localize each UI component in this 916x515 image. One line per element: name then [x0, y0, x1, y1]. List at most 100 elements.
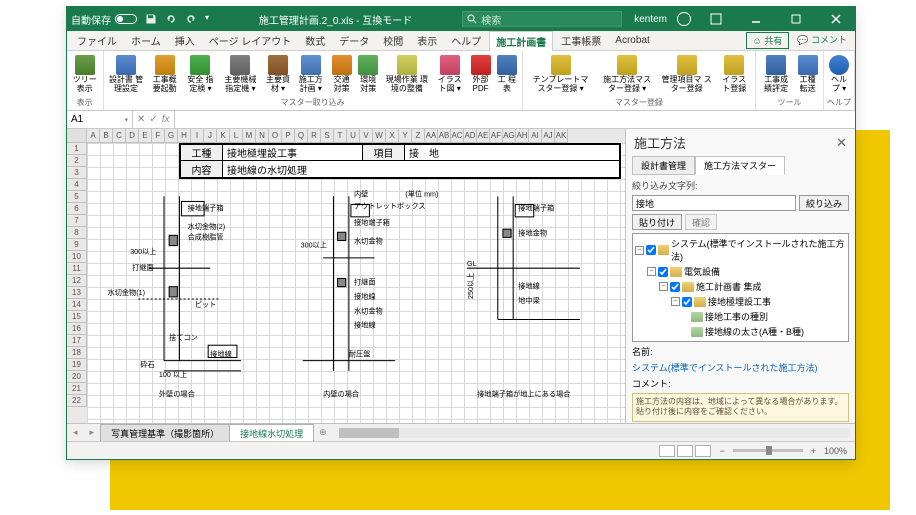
sheet-tab-2[interactable]: 接地線水切処理 — [229, 424, 314, 442]
redo-icon[interactable] — [185, 13, 197, 25]
tab-help[interactable]: ヘルプ — [445, 31, 487, 50]
cells[interactable]: 工種 接地極埋設工事 項目 接 地 内容 接地線の水切処理 — [87, 143, 625, 423]
row-header[interactable]: 2 — [67, 155, 87, 167]
zoom-out-icon[interactable]: − — [719, 446, 724, 456]
row-header[interactable]: 21 — [67, 383, 87, 395]
col-header[interactable]: M — [243, 129, 256, 143]
view-normal-icon[interactable] — [659, 445, 675, 457]
col-header[interactable]: AD — [464, 129, 477, 143]
col-header[interactable]: G — [165, 129, 178, 143]
sp-tab-sekkei[interactable]: 設計書管理 — [632, 156, 695, 175]
btn-koutei[interactable]: 工 程表 — [494, 53, 520, 96]
col-header[interactable]: U — [347, 129, 360, 143]
row-header[interactable]: 15 — [67, 311, 87, 323]
btn-help[interactable]: ヘル プ ▾ — [826, 53, 852, 96]
tab-review[interactable]: 校閲 — [377, 31, 409, 50]
close-icon[interactable] — [821, 7, 851, 31]
sheet-tab-1[interactable]: 写真管理基準（撮影箇所） — [100, 424, 230, 442]
tab-home[interactable]: ホーム — [125, 31, 167, 50]
col-header[interactable]: O — [269, 129, 282, 143]
comments-button[interactable]: 💬 コメント — [793, 32, 851, 49]
filter-button[interactable]: 絞り込み — [799, 195, 849, 211]
form-r1-val1[interactable]: 接地極埋設工事 — [223, 145, 363, 160]
col-header[interactable]: AB — [438, 129, 451, 143]
tree[interactable]: −システム(標準でインストールされた施工方法) −電気設備 −施工計画書 集成 … — [632, 233, 849, 342]
col-header[interactable]: F — [152, 129, 165, 143]
tab-view[interactable]: 表示 — [411, 31, 443, 50]
row-header[interactable]: 20 — [67, 371, 87, 383]
btn-tree-view[interactable]: ツリー 表示 — [69, 53, 101, 96]
add-sheet-icon[interactable]: ⊕ — [313, 427, 333, 438]
col-header[interactable]: X — [386, 129, 399, 143]
tab-file[interactable]: ファイル — [71, 31, 123, 50]
horizontal-scrollbar[interactable] — [339, 428, 849, 438]
row-header[interactable]: 11 — [67, 263, 87, 275]
form-r1-val2[interactable]: 接 地 — [405, 145, 619, 160]
view-pagebreak-icon[interactable] — [695, 445, 711, 457]
col-header[interactable]: E — [139, 129, 152, 143]
col-header[interactable]: C — [113, 129, 126, 143]
name-box[interactable]: A1▾ — [67, 111, 133, 128]
row-header[interactable]: 4 — [67, 179, 87, 191]
avatar[interactable] — [677, 12, 691, 26]
col-header[interactable]: H — [178, 129, 191, 143]
save-icon[interactable] — [145, 13, 157, 25]
zoom-slider[interactable] — [733, 449, 803, 452]
row-header[interactable]: 9 — [67, 239, 87, 251]
btn-genba[interactable]: 現場作業 環境の整備 — [382, 53, 433, 96]
row-header[interactable]: 16 — [67, 323, 87, 335]
row-header[interactable]: 1 — [67, 143, 87, 155]
paste-button[interactable]: 貼り付け — [632, 214, 682, 230]
row-header[interactable]: 5 — [67, 191, 87, 203]
row-header[interactable]: 22 — [67, 395, 87, 407]
sheet-nav-next-icon[interactable]: ▸ — [84, 427, 101, 438]
col-header[interactable]: I — [191, 129, 204, 143]
row-header[interactable]: 18 — [67, 347, 87, 359]
row-header[interactable]: 17 — [67, 335, 87, 347]
btn-kanri-master[interactable]: 管理項目マ スター登録 — [658, 53, 716, 96]
btn-template-master[interactable]: テンプレートマ スター登録 ▾ — [525, 53, 596, 96]
row-header[interactable]: 6 — [67, 203, 87, 215]
row-header[interactable]: 7 — [67, 215, 87, 227]
col-header[interactable]: AA — [425, 129, 438, 143]
btn-kikai[interactable]: 主要機械 指定機 ▾ — [218, 53, 263, 96]
col-header[interactable]: B — [100, 129, 113, 143]
col-header[interactable]: A — [87, 129, 100, 143]
col-header[interactable]: Y — [399, 129, 412, 143]
fx-cancel-icon[interactable]: ✕ — [137, 114, 145, 125]
zoom-value[interactable]: 100% — [824, 446, 847, 456]
btn-sekkei[interactable]: 設計書 管理設定 — [106, 53, 147, 96]
col-header[interactable]: J — [204, 129, 217, 143]
col-header[interactable]: T — [334, 129, 347, 143]
row-header[interactable]: 3 — [67, 167, 87, 179]
col-header[interactable]: AE — [477, 129, 490, 143]
col-header[interactable]: K — [217, 129, 230, 143]
autosave-toggle[interactable]: 自動保存 — [71, 12, 137, 27]
col-header[interactable]: W — [373, 129, 386, 143]
tab-acrobat[interactable]: Acrobat — [609, 33, 655, 48]
fx-icon[interactable]: fx — [162, 114, 170, 125]
form-r2-val1[interactable]: 接地線の水切処理 — [223, 161, 619, 177]
col-header[interactable]: AK — [555, 129, 568, 143]
btn-illust-reg[interactable]: イラス ト登録 — [716, 53, 753, 96]
btn-sekouhou-master[interactable]: 施工方法マス ター登録 ▾ — [596, 53, 658, 96]
col-header[interactable]: AH — [516, 129, 529, 143]
btn-shizai[interactable]: 主要資 材 ▾ — [263, 53, 293, 96]
row-header[interactable]: 10 — [67, 251, 87, 263]
tab-kouji[interactable]: 工事帳票 — [555, 31, 607, 50]
btn-koutsu[interactable]: 交通 対策 — [328, 53, 355, 96]
fx-confirm-icon[interactable]: ✓ — [149, 114, 157, 125]
filter-input[interactable] — [632, 195, 796, 211]
tab-sekou[interactable]: 施工計画書 — [489, 31, 553, 51]
zoom-in-icon[interactable]: + — [811, 446, 816, 456]
tab-pagelayout[interactable]: ページ レイアウト — [203, 31, 298, 50]
btn-kankyou[interactable]: 環境 対策 — [355, 53, 382, 96]
tab-insert[interactable]: 挿入 — [169, 31, 201, 50]
btn-pdf[interactable]: 外部 PDF — [467, 53, 494, 96]
minimize-icon[interactable] — [741, 7, 771, 31]
col-header[interactable]: P — [282, 129, 295, 143]
row-header[interactable]: 13 — [67, 287, 87, 299]
maximize-icon[interactable] — [781, 7, 811, 31]
undo-icon[interactable] — [165, 13, 177, 25]
col-header[interactable]: AC — [451, 129, 464, 143]
